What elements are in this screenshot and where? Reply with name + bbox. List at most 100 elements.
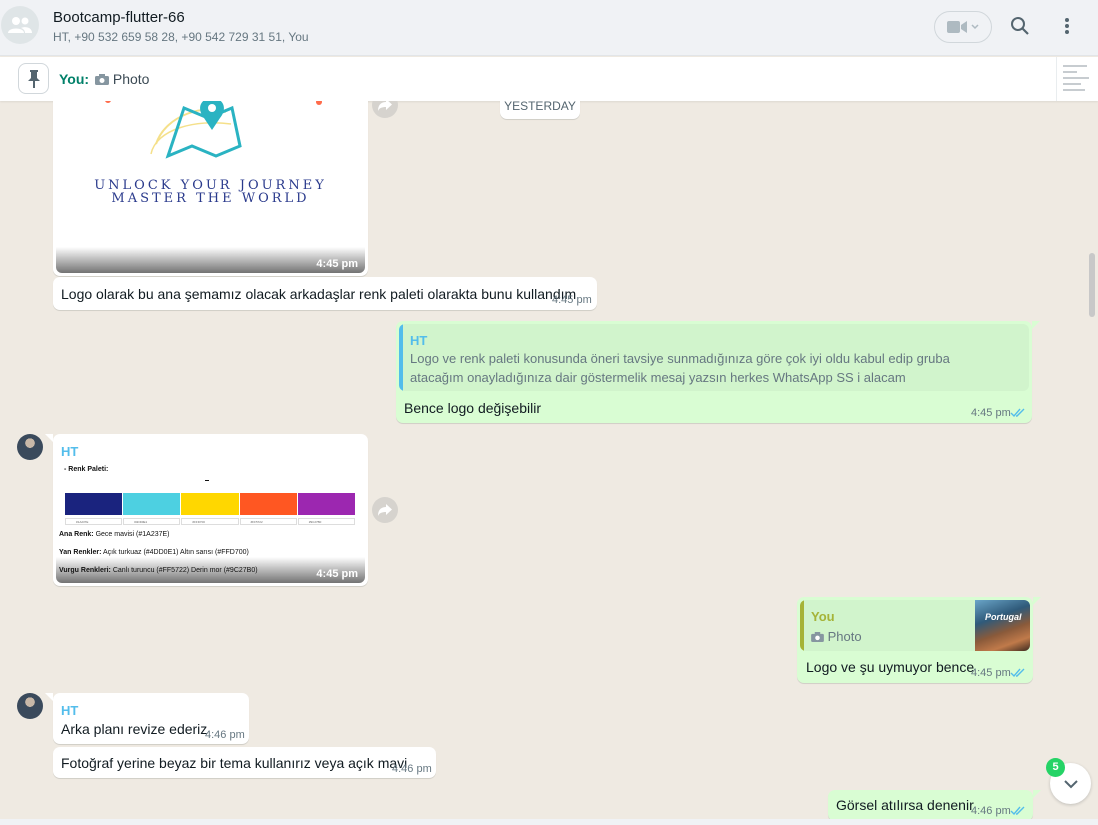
message-time: 4:45 pm	[552, 294, 592, 306]
thumbnail-caption: Portugal	[985, 612, 1022, 622]
compose-bar-edge	[0, 819, 1098, 825]
message-time: 4:46 pm	[971, 805, 1011, 817]
menu-icon	[1065, 18, 1069, 34]
quoted-text-line1: Logo ve renk paleti konusunda öneri tavs…	[410, 351, 950, 366]
palette-image[interactable]: - Renk Paleti: #1A237E #4DD0E1 #FFD700 #FF5…	[56, 460, 365, 583]
quoted-sender: You	[811, 609, 835, 624]
chat-messages[interactable]: UNLOCK YOUR JOURNEY MASTER THE WORLD 4:4…	[0, 101, 1098, 819]
video-icon	[947, 21, 967, 33]
swatch-color	[123, 493, 181, 515]
quoted-thumbnail[interactable]: Portugal	[975, 600, 1030, 651]
chevron-down-icon	[1063, 779, 1078, 788]
message-body: Arka planı revize ederiz	[61, 721, 208, 737]
swatch-label: #FF5722	[239, 518, 297, 525]
swatch-label: #4DD0E1	[123, 518, 181, 525]
palette-ana-label: Ana Renk:	[59, 531, 94, 538]
message-time: 4:45 pm	[316, 568, 358, 580]
message-image-logo[interactable]: UNLOCK YOUR JOURNEY MASTER THE WORLD 4:4…	[53, 101, 368, 276]
pin-icon	[27, 69, 40, 88]
swatch-color	[181, 493, 239, 515]
message-image-palette[interactable]: HT - Renk Paleti: #1A237E #4DD0E1 #FFD700 #…	[53, 434, 368, 586]
quoted-message[interactable]: You Photo Portugal	[800, 600, 1030, 651]
palette-swatch: #4DD0E1	[123, 493, 181, 528]
pinned-message-bar[interactable]: You: Photo	[0, 57, 1098, 101]
logo-image[interactable]: UNLOCK YOUR JOURNEY MASTER THE WORLD 4:4…	[56, 101, 365, 273]
swatch-label: #1A237E	[65, 518, 123, 525]
logo-tagline-2: MASTER THE WORLD	[111, 191, 310, 206]
chat-participants[interactable]: HT, +90 532 659 58 28, +90 542 729 31 51…	[53, 30, 309, 44]
forward-button[interactable]	[372, 497, 398, 523]
message-text[interactable]: Fotoğraf yerine beyaz bir tema kullanırı…	[53, 747, 436, 778]
swatch-label: #FFD700	[181, 518, 239, 525]
pinned-sender: You:	[59, 71, 90, 87]
quoted-text-line2: atacağım onayladığınıza dair göstermelik…	[410, 370, 906, 385]
pinned-thumbnail[interactable]	[1056, 57, 1098, 101]
camera-icon	[811, 632, 824, 642]
forward-icon	[378, 101, 392, 111]
menu-button[interactable]	[1055, 14, 1079, 38]
forward-button[interactable]	[372, 101, 398, 118]
palette-yan-label: Yan Renkler:	[59, 549, 102, 556]
message-body: Fotoğraf yerine beyaz bir tema kullanırı…	[61, 755, 408, 771]
palette-dash	[205, 480, 209, 481]
chat-header[interactable]: Bootcamp-flutter-66 HT, +90 532 659 58 2…	[0, 0, 1098, 56]
double-check-icon	[1010, 408, 1025, 418]
palette-swatches: #1A237E #4DD0E1 #FFD700 #FF5722 #9C27B0	[65, 493, 356, 528]
group-avatar[interactable]	[1, 6, 39, 44]
palette-yan-value: Açık turkuaz (#4DD0E1) Altın sarısı (#FF…	[102, 549, 249, 556]
message-text[interactable]: HT Arka planı revize ederiz 4:46 pm	[53, 693, 249, 744]
sender-avatar[interactable]	[17, 434, 43, 460]
pinned-label: Photo	[112, 71, 150, 87]
search-button[interactable]	[1008, 14, 1032, 38]
chevron-down-icon	[971, 24, 979, 30]
quoted-sender: HT	[410, 333, 428, 348]
message-sender[interactable]: HT	[61, 444, 78, 459]
palette-swatch: #FF5722	[239, 493, 297, 528]
camera-icon	[94, 74, 109, 85]
message-body: Görsel atılırsa denenir	[836, 797, 974, 813]
palette-swatch: #9C27B0	[297, 493, 356, 528]
palette-vurgu: Vurgu Renkleri: Canlı turuncu (#FF5722) …	[59, 567, 258, 574]
message-outgoing-reply[interactable]: You Photo Portugal Logo ve şu uymuyor be…	[797, 597, 1033, 683]
unread-count-badge: 5	[1046, 758, 1065, 777]
pinned-text[interactable]: You: Photo	[59, 71, 149, 87]
message-outgoing[interactable]: Görsel atılırsa denenir 4:46 pm	[828, 790, 1033, 819]
message-outgoing-reply[interactable]: HT Logo ve renk paleti konusunda öneri t…	[396, 321, 1032, 423]
chat-title[interactable]: Bootcamp-flutter-66	[53, 9, 185, 26]
sender-avatar[interactable]	[17, 693, 43, 719]
palette-title: - Renk Paleti:	[64, 466, 109, 473]
search-icon	[1011, 17, 1029, 35]
video-call-button[interactable]	[934, 11, 992, 43]
palette-swatch: #1A237E	[65, 493, 123, 528]
swatch-color	[65, 493, 123, 515]
palette-yan: Yan Renkler: Açık turkuaz (#4DD0E1) Altı…	[59, 549, 249, 556]
chat-scrollbar[interactable]	[1089, 253, 1095, 317]
message-sender[interactable]: HT	[61, 703, 78, 718]
quoted-label: Photo	[811, 629, 862, 644]
message-body: Logo olarak bu ana şemamız olacak arkada…	[61, 286, 577, 302]
swatch-label: #9C27B0	[297, 518, 356, 525]
double-check-icon	[1010, 668, 1025, 678]
message-time: 4:46 pm	[392, 763, 432, 775]
forward-icon	[378, 504, 392, 516]
palette-vurgu-value: Canlı turuncu (#FF5722) Derin mor (#9C27…	[112, 567, 258, 574]
message-body: Bence logo değişebilir	[404, 400, 541, 416]
pin-button[interactable]	[18, 63, 49, 94]
quoted-photo-label: Photo	[827, 629, 862, 644]
message-time: 4:45 pm	[316, 258, 358, 270]
palette-vurgu-label: Vurgu Renkleri:	[59, 567, 111, 574]
message-body: Logo ve şu uymuyor bence	[806, 659, 975, 675]
message-time: 4:46 pm	[205, 729, 245, 741]
message-time: 4:45 pm	[971, 407, 1011, 419]
palette-swatch: #FFD700	[181, 493, 239, 528]
group-icon	[8, 17, 32, 33]
date-separator: YESTERDAY	[500, 101, 580, 119]
message-text[interactable]: Logo olarak bu ana şemamız olacak arkada…	[53, 277, 597, 310]
double-check-icon	[1010, 806, 1025, 816]
swatch-color	[297, 493, 356, 515]
quoted-message[interactable]: HT Logo ve renk paleti konusunda öneri t…	[399, 324, 1029, 391]
palette-ana-value: Gece mavisi (#1A237E)	[95, 531, 170, 538]
message-time: 4:45 pm	[971, 667, 1011, 679]
swatch-color	[239, 493, 297, 515]
palette-ana: Ana Renk: Gece mavisi (#1A237E)	[59, 531, 170, 538]
